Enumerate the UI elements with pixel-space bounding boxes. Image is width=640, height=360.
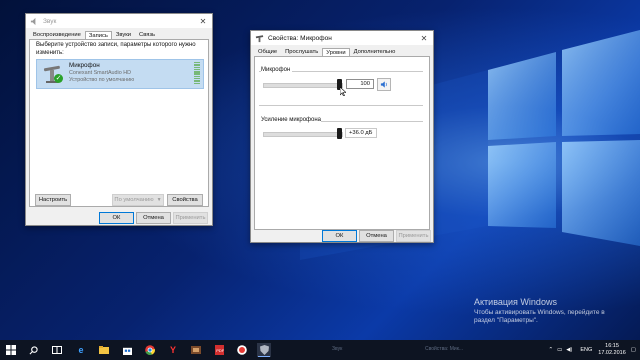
activation-title: Активация Windows xyxy=(474,297,557,307)
record-icon[interactable] xyxy=(235,343,249,357)
boost-group-line xyxy=(321,121,423,122)
tab-communications[interactable]: Связь xyxy=(135,30,159,39)
boost-label: Усиление микрофона xyxy=(261,117,323,123)
svg-text:PDF: PDF xyxy=(216,348,224,353)
clock-time: 16:15 xyxy=(605,343,619,349)
tab-advanced[interactable]: Дополнительно xyxy=(350,47,400,56)
speaker-icon xyxy=(380,81,387,88)
sound-dialog-title: Звук xyxy=(43,17,57,25)
media-icon[interactable] xyxy=(189,343,203,357)
yandex-icon[interactable]: Y xyxy=(166,343,180,357)
device-name: Микрофон xyxy=(69,62,100,69)
props-ok-button[interactable]: ОК xyxy=(322,230,357,242)
task-view-icon[interactable] xyxy=(50,343,64,357)
props-apply-button[interactable]: Применить xyxy=(396,230,431,242)
network-icon[interactable]: ▭ xyxy=(557,347,562,353)
chrome-icon[interactable] xyxy=(143,343,157,357)
chevron-up-icon[interactable]: ⌃ xyxy=(548,347,553,353)
device-row-microphone[interactable]: ✓ Микрофон Conexant SmartAudio HD Устрой… xyxy=(36,59,204,89)
taskbar: e Y PDF Звук Свойства: Мик... ⌃ ▭ ◀) ENG… xyxy=(0,340,640,360)
close-icon[interactable]: ✕ xyxy=(415,34,433,43)
boost-value: +36.0 дБ xyxy=(345,128,377,138)
language-indicator[interactable]: ENG xyxy=(580,347,592,353)
sound-tabs: Воспроизведение Запись Звуки Связь xyxy=(26,28,212,40)
microphone-icon xyxy=(255,34,264,42)
taskbar-item-mic-properties[interactable]: Свойства: Мик... xyxy=(425,346,463,352)
recording-panel: Выберите устройство записи, параметры ко… xyxy=(29,39,209,207)
system-tray: ⌃ ▭ ◀) ENG 16:15 17.02.2016 ▢ xyxy=(548,343,636,357)
default-check-icon: ✓ xyxy=(54,74,63,83)
properties-button[interactable]: Свойства xyxy=(167,194,203,206)
file-explorer-icon[interactable] xyxy=(97,343,111,357)
boost-slider-track[interactable] xyxy=(263,132,343,137)
activation-line-1: Чтобы активировать Windows, перейдите в xyxy=(474,309,605,316)
mic-properties-dialog: Свойства: Микрофон ✕ Общие Прослушать Ур… xyxy=(250,30,434,243)
props-cancel-button[interactable]: Отмена xyxy=(359,230,394,242)
taskbar-item-sound[interactable]: Звук xyxy=(332,346,342,352)
configure-button[interactable]: Настроить xyxy=(35,194,71,206)
set-default-button[interactable]: По умолчанию ▼ xyxy=(112,194,164,206)
boost-group xyxy=(259,105,423,106)
mic-properties-title: Свойства: Микрофон xyxy=(268,34,332,42)
mic-properties-tabs: Общие Прослушать Уровни Дополнительно xyxy=(251,45,433,57)
sound-apply-button[interactable]: Применить xyxy=(173,212,208,224)
clock-date: 17.02.2016 xyxy=(598,349,626,356)
shield-icon[interactable] xyxy=(257,343,271,357)
levels-panel: Микрофон 100 Усиление микрофона +36.0 дБ xyxy=(254,56,430,230)
activation-line-2: раздел "Параметры". xyxy=(474,317,538,325)
store-icon[interactable] xyxy=(120,343,134,357)
device-text: Микрофон Conexant SmartAudio HD Устройст… xyxy=(69,62,134,83)
notifications-icon[interactable]: ▢ xyxy=(631,347,636,353)
edge-icon[interactable]: e xyxy=(74,343,88,357)
close-icon[interactable]: ✕ xyxy=(194,17,212,26)
level-meter xyxy=(194,62,200,84)
tab-playback[interactable]: Воспроизведение xyxy=(29,30,85,39)
search-icon[interactable] xyxy=(26,343,40,357)
mic-level-value[interactable]: 100 xyxy=(346,79,374,89)
windows-start-icon xyxy=(6,345,16,355)
device-driver: Conexant SmartAudio HD xyxy=(69,69,132,76)
speaker-icon xyxy=(30,17,36,25)
volume-icon[interactable]: ◀) xyxy=(566,347,572,353)
activation-watermark: Активация Windows Чтобы активировать Win… xyxy=(474,297,605,326)
start-button[interactable] xyxy=(4,343,18,357)
tab-listen[interactable]: Прослушать xyxy=(281,47,322,56)
chevron-down-icon: ▼ xyxy=(156,197,162,203)
device-status: Устройство по умолчанию xyxy=(69,76,135,83)
mic-level-label: Микрофон xyxy=(261,67,293,73)
sound-cancel-button[interactable]: Отмена xyxy=(136,212,171,224)
set-default-label: По умолчанию xyxy=(114,197,154,203)
tab-general[interactable]: Общие xyxy=(254,47,281,56)
sound-ok-button[interactable]: ОК xyxy=(99,212,134,224)
pdf-icon[interactable]: PDF xyxy=(212,343,226,357)
clock[interactable]: 16:15 17.02.2016 xyxy=(598,343,626,357)
mic-properties-titlebar[interactable]: Свойства: Микрофон ✕ xyxy=(251,31,433,45)
tab-sounds[interactable]: Звуки xyxy=(112,30,135,39)
mute-toggle-button[interactable] xyxy=(377,78,391,91)
boost-slider-thumb[interactable] xyxy=(337,128,342,139)
sound-dialog-titlebar[interactable]: Звук ✕ xyxy=(26,14,212,28)
instruction-text: Выберите устройство записи, параметры ко… xyxy=(36,42,196,56)
mic-level-slider-track[interactable] xyxy=(263,83,343,88)
sound-dialog: Звук ✕ Воспроизведение Запись Звуки Связ… xyxy=(25,13,213,226)
